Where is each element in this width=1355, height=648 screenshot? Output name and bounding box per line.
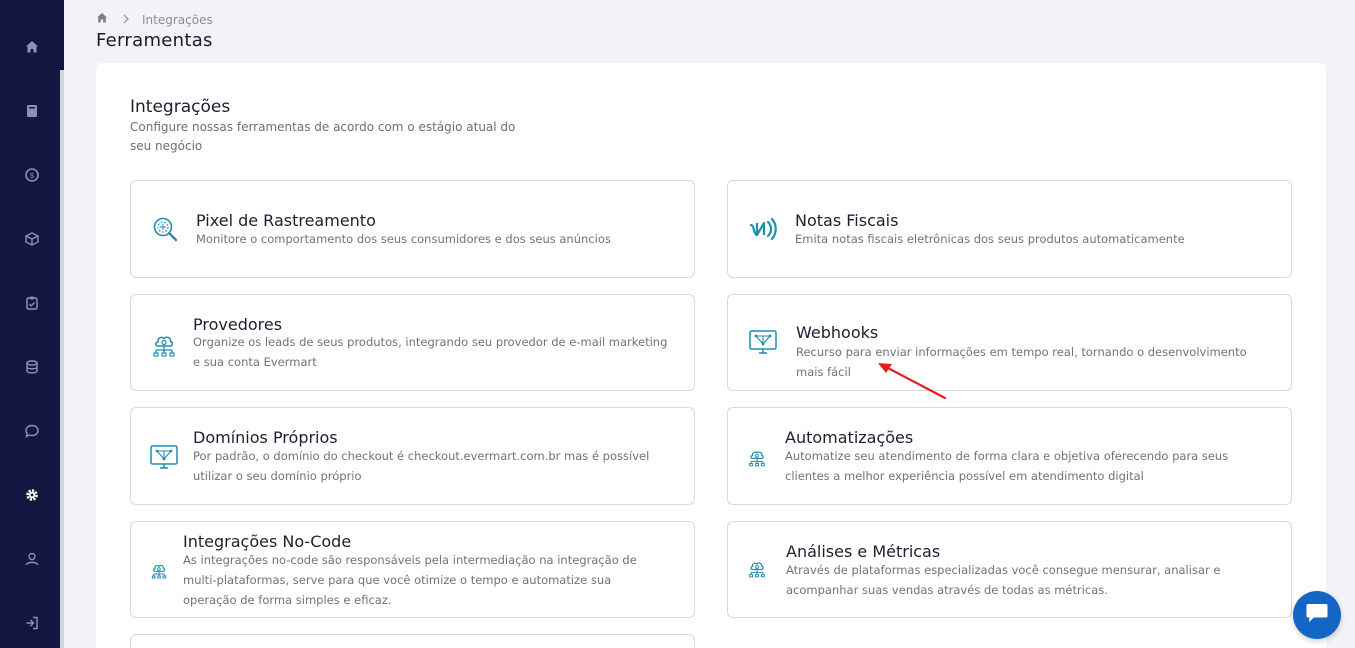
home-icon[interactable]	[23, 38, 41, 56]
gear-icon[interactable]	[23, 486, 41, 504]
sidebar-scrollbar[interactable]	[60, 0, 64, 648]
card-description: Monitore o comportamento dos seus consum…	[196, 232, 611, 246]
card-webhooks[interactable]: Webhooks Recurso para enviar informações…	[727, 294, 1292, 391]
chat-button[interactable]	[1293, 591, 1341, 639]
sidebar: $	[0, 0, 60, 648]
card-analises-metricas[interactable]: Análises e Métricas Através de plataform…	[727, 521, 1292, 618]
card-partial[interactable]	[130, 634, 695, 648]
logout-icon[interactable]	[23, 614, 41, 632]
database-icon[interactable]	[23, 358, 41, 376]
nfe-icon	[748, 214, 778, 244]
card-notas-fiscais[interactable]: Notas Fiscais Emita notas fiscais eletrô…	[727, 180, 1292, 278]
monitor-network-icon	[748, 327, 778, 357]
monitor-network-icon	[149, 442, 179, 472]
section-subtitle: Configure nossas ferramentas de acordo c…	[130, 120, 516, 153]
card-title: Domínios Próprios	[193, 428, 338, 447]
cloud-network-icon	[147, 558, 171, 582]
breadcrumb-home-icon[interactable]	[96, 12, 108, 27]
cloud-network-icon	[744, 444, 770, 470]
card-title: Webhooks	[796, 323, 879, 342]
user-icon[interactable]	[23, 550, 41, 568]
card-description: Por padrão, o domínio do checkout é chec…	[193, 449, 650, 483]
card-description: Organize os leads de seus produtos, inte…	[193, 335, 668, 369]
card-description: As integrações no-code são responsáveis …	[183, 553, 637, 607]
card-title: Integrações No-Code	[183, 532, 352, 551]
card-description: Recurso para enviar informações em tempo…	[796, 345, 1247, 379]
card-automatizacoes[interactable]: Automatizações Automatize seu atendiment…	[727, 407, 1292, 505]
card-integracoes-no-code[interactable]: Integrações No-Code As integrações no-co…	[130, 521, 695, 618]
card-title: Notas Fiscais	[795, 211, 899, 230]
book-icon[interactable]	[23, 102, 41, 120]
section-title: Integrações	[130, 97, 231, 117]
box-icon[interactable]	[23, 230, 41, 248]
card-description: Emita notas fiscais eletrônicas dos seus…	[795, 232, 1185, 246]
card-description: Automatize seu atendimento de forma clar…	[785, 449, 1229, 483]
pixel-search-icon	[150, 214, 180, 244]
card-pixel-rastreamento[interactable]: Pixel de Rastreamento Monitore o comport…	[130, 180, 695, 278]
chat-bubble-icon	[1305, 602, 1329, 628]
cloud-network-icon	[744, 555, 770, 581]
card-title: Automatizações	[785, 428, 914, 447]
breadcrumb: Integrações	[96, 12, 213, 27]
breadcrumb-current[interactable]: Integrações	[142, 13, 213, 27]
svg-text:$: $	[29, 171, 34, 180]
card-dominios-proprios[interactable]: Domínios Próprios Por padrão, o domínio …	[130, 407, 695, 505]
card-title: Pixel de Rastreamento	[196, 211, 376, 230]
cloud-network-icon	[149, 329, 179, 359]
card-provedores[interactable]: Provedores Organize os leads de seus pro…	[130, 294, 695, 391]
annotation-arrow	[878, 363, 947, 400]
page-title: Ferramentas	[96, 30, 213, 51]
dollar-icon[interactable]: $	[23, 166, 41, 184]
chat-icon[interactable]	[23, 422, 41, 440]
clipboard-icon[interactable]	[23, 294, 41, 312]
chevron-right-icon	[122, 13, 130, 27]
card-description: Através de plataformas especializadas vo…	[786, 563, 1221, 597]
card-title: Análises e Métricas	[786, 542, 941, 561]
